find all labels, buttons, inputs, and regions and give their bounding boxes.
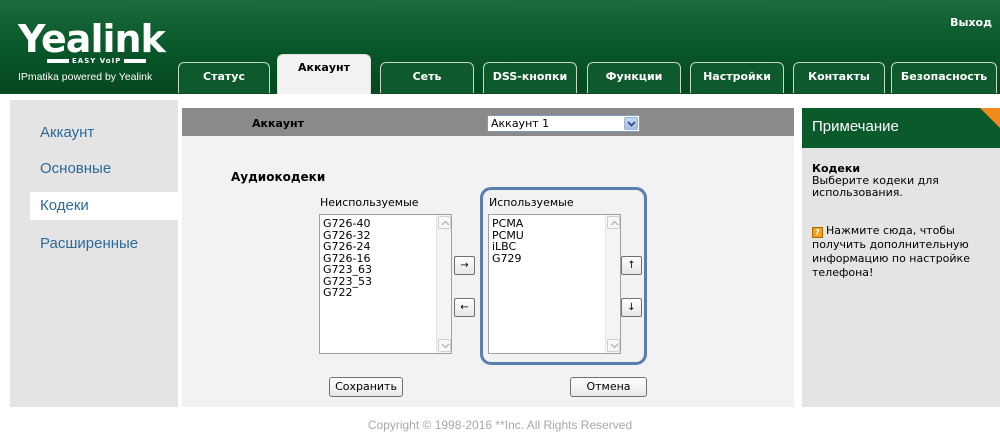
sidebar-item-codecs[interactable]: Кодеки [40,194,89,218]
scrollbar[interactable] [436,215,451,353]
note-title: Примечание [812,118,899,135]
tab-features[interactable]: Функции [587,62,681,93]
account-label: Аккаунт [252,117,305,130]
scroll-up-icon[interactable] [607,216,620,229]
account-select[interactable]: Аккаунт 1 [487,115,640,132]
codec-option[interactable]: G729 [492,252,620,265]
note-text: Выберите кодеки для использования. [812,174,939,199]
tab-security[interactable]: Безопасность [891,62,997,93]
audio-codecs-title: Аудиокодеки [231,170,326,184]
scrollbar[interactable] [605,215,620,353]
sidebar-item-basic[interactable]: Основные [40,157,111,181]
scroll-down-icon[interactable] [607,339,620,352]
move-right-button[interactable]: → [454,256,475,275]
tab-settings[interactable]: Настройки [690,62,784,93]
tab-network[interactable]: Сеть [380,62,474,93]
scroll-down-icon[interactable] [438,339,451,352]
copyright-footer: Copyright © 1998-2016 **Inc. All Rights … [367,418,633,432]
move-left-button[interactable]: ← [454,298,475,317]
logout-link[interactable]: Выход [950,16,992,29]
sidebar-item-advanced[interactable]: Расширенные [40,232,138,256]
codec-option[interactable]: G723_63 [323,264,451,276]
account-select-value: Аккаунт 1 [491,117,550,130]
tab-status[interactable]: Статус [178,62,270,93]
powered-by-text: IPmatika powered by Yealink [18,71,153,83]
codec-option[interactable]: PCMA [492,218,620,230]
codec-option[interactable]: G722 [323,287,451,299]
tab-contacts[interactable]: Контакты [793,62,885,93]
note-help-text[interactable]: Нажмите сюда, чтобы получить дополнитель… [812,224,970,279]
note-help-link[interactable]: ? Нажмите сюда, чтобы получить дополнител… [812,224,994,280]
help-icon[interactable]: ? [812,227,823,238]
codec-option[interactable]: iLBC [492,241,620,253]
move-down-button[interactable]: ↓ [621,298,642,317]
codec-option[interactable]: G726-40 [323,218,451,230]
move-up-button[interactable]: ↑ [621,256,642,275]
yealink-logo: Yealink [18,17,166,61]
tab-account[interactable]: Аккаунт [277,54,371,94]
logo-tagline: EASY VoIP [44,57,150,65]
scroll-up-icon[interactable] [438,216,451,229]
chevron-down-icon[interactable] [624,117,638,130]
unused-codecs-caption: Неиспользуемые [320,196,419,209]
save-button[interactable]: Сохранить [329,377,403,397]
codec-option[interactable]: G726-24 [323,241,451,253]
used-codecs-list[interactable]: PCMA PCMU iLBC G729 [488,214,621,354]
cancel-button[interactable]: Отмена [570,377,647,397]
note-corner-accent [980,108,1000,128]
unused-codecs-list[interactable]: G726-40 G726-32 G726-24 G726-16 G723_63 G723_… [319,214,452,354]
sidebar-item-account[interactable]: Аккаунт [40,121,94,145]
tab-dss-keys[interactable]: DSS-кнопки [483,62,577,93]
